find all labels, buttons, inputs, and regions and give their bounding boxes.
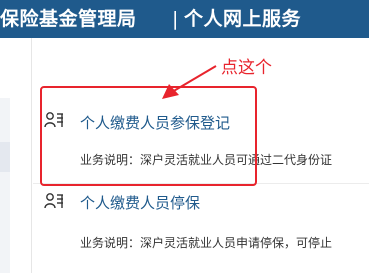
header-bar: 保险基金管理局 | 个人网上服务 <box>0 0 369 38</box>
header-separator: | <box>172 8 179 30</box>
left-nav-active-strip[interactable] <box>0 142 10 172</box>
service-link-stop-insurance[interactable]: 个人缴费人员停保 <box>80 192 200 213</box>
service-description: 业务说明：深户灵活就业人员申请停保，可停止 <box>80 236 333 250</box>
left-nav-panel <box>0 98 10 273</box>
header-title: 保险基金管理局 <box>0 8 137 30</box>
content-divider <box>31 38 32 273</box>
annotation-arrow-icon <box>162 65 217 99</box>
header-subtitle: 个人网上服务 <box>184 8 302 30</box>
user-card-icon <box>44 193 63 209</box>
page: 保险基金管理局 | 个人网上服务 个人缴费人员参保登记 业务说明：深户灵活就业人… <box>0 0 369 273</box>
